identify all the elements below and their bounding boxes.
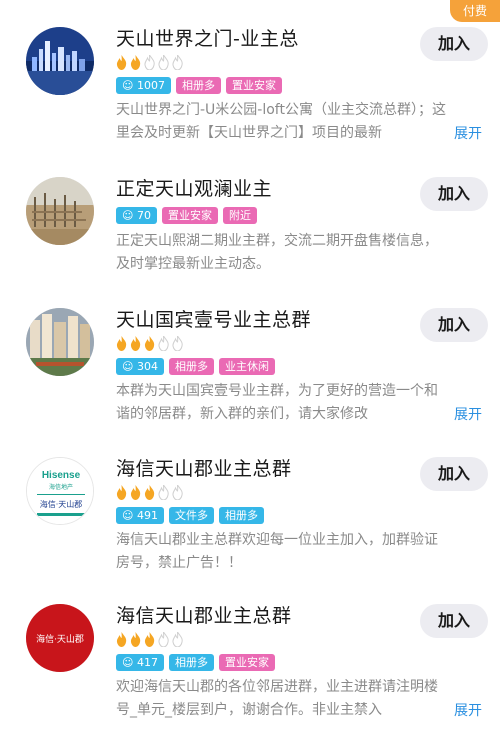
activity-flames — [116, 632, 183, 648]
join-button[interactable]: 加入 — [420, 457, 488, 491]
tag-label: 相册多 — [218, 507, 264, 524]
group-item[interactable]: 海信·天山郡 海信天山郡业主总群 加入 ☺ 417 相册多 置业安家 欢迎海信天… — [0, 604, 500, 731]
group-description: 正定天山熙湖二期业主群，交流二期开盘售楼信息，及时掌控最新业主动态。 — [116, 233, 438, 272]
member-count-badge: ☺ 417 — [116, 654, 164, 671]
logo-text: 海信·天山郡 — [36, 633, 84, 645]
join-button[interactable]: 加入 — [420, 27, 488, 61]
logo-text: 海信地产 — [49, 483, 73, 491]
group-title: 天山世界之门-业主总 — [116, 28, 299, 50]
group-tags: ☺ 1007 相册多 置业安家 — [116, 77, 282, 94]
expand-link[interactable]: 展开 — [454, 700, 482, 720]
tag-label: 置业安家 — [218, 654, 275, 671]
group-avatar[interactable] — [26, 308, 94, 376]
join-button[interactable]: 加入 — [420, 604, 488, 638]
group-title: 海信天山郡业主总群 — [116, 458, 292, 480]
tag-label: 置业安家 — [225, 77, 282, 94]
group-description: 海信天山郡业主总群欢迎每一位业主加入，加群验证房号，禁止广告！！ — [116, 532, 438, 571]
group-description: 天山世界之门-U米公园-loft公寓（业主交流总群）；这里会及时更新【天山世界之… — [116, 102, 446, 141]
flame-icon — [130, 632, 141, 647]
group-tags: ☺ 491 文件多 相册多 — [116, 507, 264, 524]
logo-text: Hisense — [42, 470, 81, 481]
flame-icon — [116, 55, 127, 70]
description-fade — [398, 699, 446, 722]
flame-icon — [130, 336, 141, 351]
flame-empty-icon — [172, 336, 183, 351]
group-description: 欢迎海信天山郡的各位邻居进群，业主进群请注明楼号_单元_楼层到户，谢谢合作。非业… — [116, 679, 438, 718]
member-count-badge: ☺ 491 — [116, 507, 164, 524]
join-button[interactable]: 加入 — [420, 177, 488, 211]
flame-empty-icon — [172, 632, 183, 647]
red-logo: 海信·天山郡 — [26, 604, 94, 672]
flame-icon — [116, 336, 127, 351]
group-description: 本群为天山国宾壹号业主群，为了更好的营造一个和谐的邻居群，新入群的亲们，请大家修… — [116, 383, 438, 422]
tag-label: 相册多 — [168, 654, 214, 671]
construction-site-image — [26, 177, 94, 245]
hisense-logo: Hisense 海信地产 海信·天山郡 — [27, 458, 93, 524]
group-avatar[interactable] — [26, 27, 94, 95]
flame-icon — [144, 336, 155, 351]
flame-empty-icon — [158, 55, 169, 70]
tag-label: 业主休闲 — [218, 358, 275, 375]
flame-empty-icon — [158, 485, 169, 500]
flame-icon — [144, 485, 155, 500]
activity-flames — [116, 336, 183, 352]
flame-icon — [130, 55, 141, 70]
group-tags: ☺ 70 置业安家 附近 — [116, 207, 257, 224]
description-fade — [398, 403, 446, 426]
expand-link[interactable]: 展开 — [454, 404, 482, 424]
activity-flames — [116, 55, 183, 71]
group-item[interactable]: 天山国宾壹号业主总群 加入 ☺ 304 相册多 业主休闲 本群为天山国宾壹号业主… — [0, 308, 500, 448]
flame-empty-icon — [172, 55, 183, 70]
tag-label: 相册多 — [175, 77, 221, 94]
flame-empty-icon — [158, 336, 169, 351]
group-tags: ☺ 417 相册多 置业安家 — [116, 654, 275, 671]
flame-icon — [116, 485, 127, 500]
flame-icon — [130, 485, 141, 500]
group-title: 正定天山观澜业主 — [116, 178, 273, 200]
member-count-badge: ☺ 1007 — [116, 77, 171, 94]
flame-empty-icon — [144, 55, 155, 70]
expand-link[interactable]: 展开 — [454, 123, 482, 143]
tag-label: 置业安家 — [161, 207, 218, 224]
paid-badge: 付费 — [450, 0, 500, 22]
logo-text: 海信·天山郡 — [40, 499, 83, 509]
description-fade — [398, 122, 446, 145]
flame-icon — [116, 632, 127, 647]
group-item[interactable]: 正定天山观澜业主 加入 ☺ 70 置业安家 附近 正定天山熙湖二期业主群，交流二… — [0, 177, 500, 317]
tag-label: 相册多 — [168, 358, 214, 375]
flame-empty-icon — [158, 632, 169, 647]
flame-icon — [144, 632, 155, 647]
group-avatar[interactable]: 海信·天山郡 — [26, 604, 94, 672]
tag-label: 文件多 — [168, 507, 214, 524]
member-count-badge: ☺ 304 — [116, 358, 164, 375]
group-avatar[interactable] — [26, 177, 94, 245]
join-button[interactable]: 加入 — [420, 308, 488, 342]
group-avatar[interactable]: Hisense 海信地产 海信·天山郡 — [26, 457, 94, 525]
group-title: 天山国宾壹号业主总群 — [116, 309, 312, 331]
building-complex-image — [26, 308, 94, 376]
member-count-badge: ☺ 70 — [116, 207, 157, 224]
activity-flames — [116, 485, 183, 501]
city-skyline-image — [26, 27, 94, 95]
group-tags: ☺ 304 相册多 业主休闲 — [116, 358, 275, 375]
group-title: 海信天山郡业主总群 — [116, 605, 292, 627]
tag-label: 附近 — [222, 207, 257, 224]
group-item[interactable]: Hisense 海信地产 海信·天山郡 海信天山郡业主总群 加入 ☺ 491 文… — [0, 457, 500, 597]
group-item[interactable]: 天山世界之门-业主总 加入 ☺ 1007 相册多 置业安家 天山世界之门-U米公… — [0, 27, 500, 167]
flame-empty-icon — [172, 485, 183, 500]
